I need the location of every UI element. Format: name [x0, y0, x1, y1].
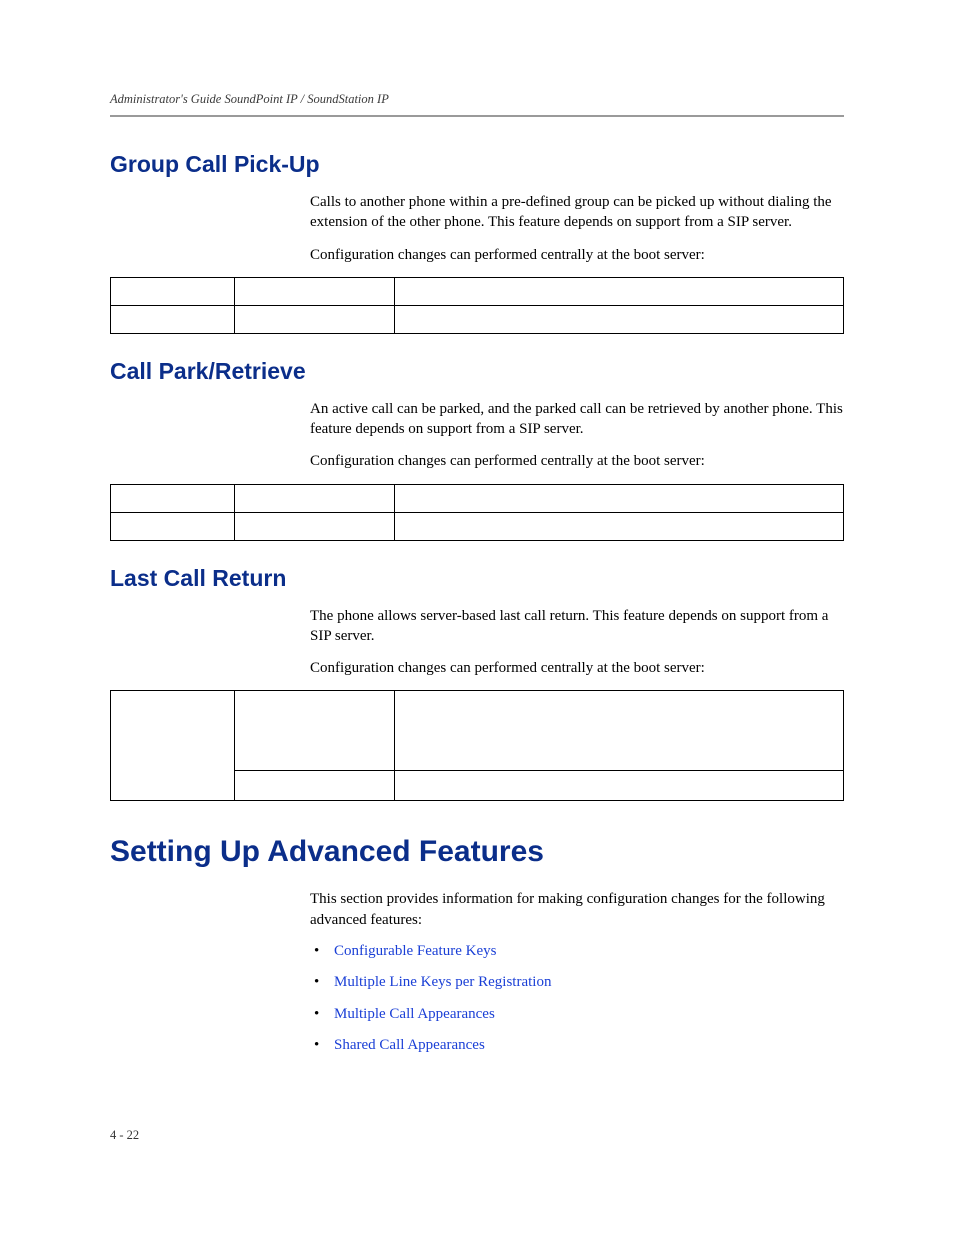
section-body: This section provides information for ma… — [310, 889, 844, 1056]
link-configurable-feature-keys[interactable]: Configurable Feature Keys — [334, 943, 496, 959]
table-cell — [395, 512, 844, 540]
section-body: The phone allows server-based last call … — [310, 606, 844, 679]
list-item: Multiple Call Appearances — [310, 1005, 844, 1025]
table-cell — [111, 277, 235, 305]
running-head: Administrator's Guide SoundPoint IP / So… — [110, 92, 844, 107]
document-page: Administrator's Guide SoundPoint IP / So… — [0, 0, 954, 1235]
table-cell — [111, 691, 235, 801]
table-row — [111, 484, 844, 512]
table-cell — [235, 484, 395, 512]
table-cell — [395, 771, 844, 801]
paragraph: Configuration changes can performed cent… — [310, 451, 844, 471]
table-cell — [235, 512, 395, 540]
table-row — [111, 512, 844, 540]
section-body: An active call can be parked, and the pa… — [310, 399, 844, 472]
config-table-group-call-pickup — [110, 277, 844, 334]
page-number: 4 - 22 — [110, 1128, 139, 1143]
paragraph: Configuration changes can performed cent… — [310, 658, 844, 678]
section-body: Calls to another phone within a pre-defi… — [310, 192, 844, 265]
config-table-call-park-retrieve — [110, 484, 844, 541]
list-item: Multiple Line Keys per Registration — [310, 973, 844, 993]
table-cell — [395, 305, 844, 333]
table-cell — [111, 484, 235, 512]
link-multiple-call-appearances[interactable]: Multiple Call Appearances — [334, 1006, 495, 1022]
paragraph: Configuration changes can performed cent… — [310, 245, 844, 265]
config-table-last-call-return — [110, 690, 844, 801]
list-item: Shared Call Appearances — [310, 1036, 844, 1056]
link-multiple-line-keys[interactable]: Multiple Line Keys per Registration — [334, 974, 551, 990]
table-cell — [235, 771, 395, 801]
heading-last-call-return: Last Call Return — [110, 565, 844, 592]
table-row — [111, 305, 844, 333]
paragraph: An active call can be parked, and the pa… — [310, 399, 844, 440]
table-cell — [111, 512, 235, 540]
table-cell — [235, 691, 395, 771]
list-item: Configurable Feature Keys — [310, 942, 844, 962]
link-shared-call-appearances[interactable]: Shared Call Appearances — [334, 1037, 485, 1053]
heading-advanced-features: Setting Up Advanced Features — [110, 835, 844, 869]
table-cell — [235, 277, 395, 305]
heading-call-park-retrieve: Call Park/Retrieve — [110, 358, 844, 385]
paragraph: The phone allows server-based last call … — [310, 606, 844, 647]
table-cell — [111, 305, 235, 333]
table-row — [111, 691, 844, 771]
table-cell — [235, 305, 395, 333]
table-cell — [395, 691, 844, 771]
table-row — [111, 277, 844, 305]
table-cell — [395, 277, 844, 305]
heading-group-call-pickup: Group Call Pick-Up — [110, 151, 844, 178]
header-rule — [110, 115, 844, 117]
paragraph: Calls to another phone within a pre-defi… — [310, 192, 844, 233]
paragraph: This section provides information for ma… — [310, 889, 844, 930]
table-cell — [395, 484, 844, 512]
advanced-feature-list: Configurable Feature Keys Multiple Line … — [310, 942, 844, 1056]
